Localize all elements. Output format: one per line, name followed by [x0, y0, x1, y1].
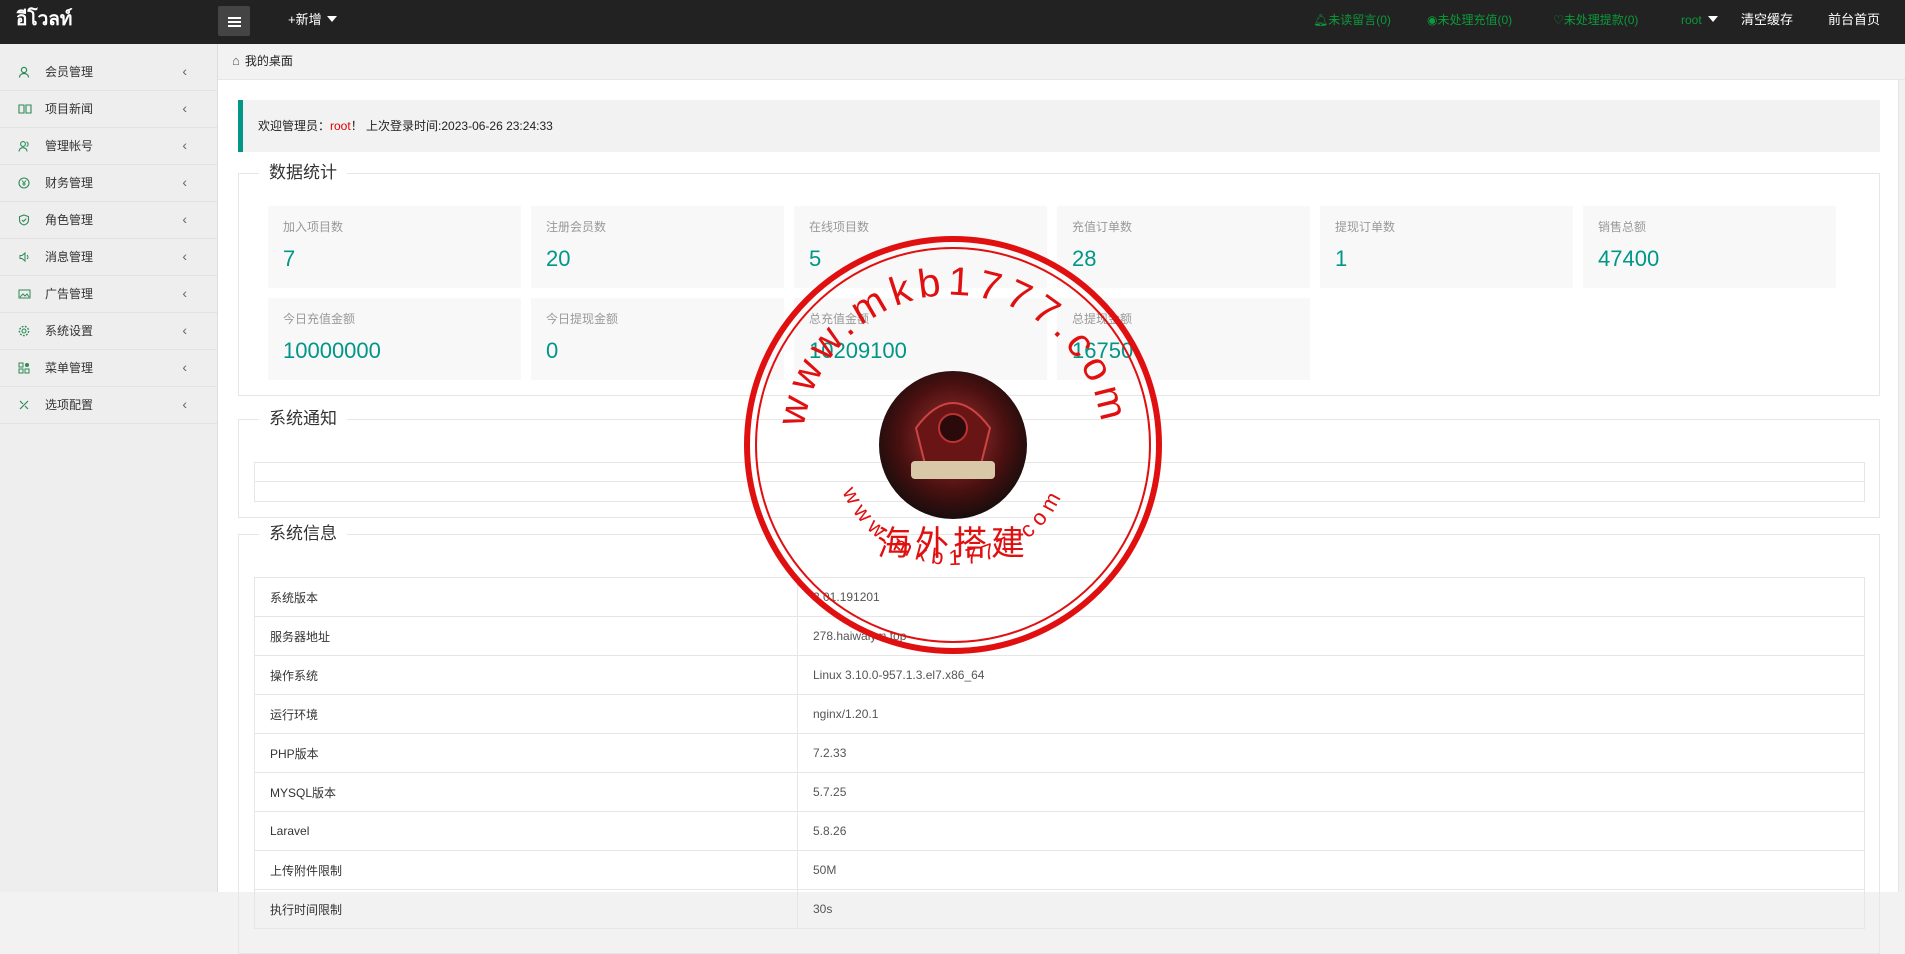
user-menu[interactable]: root	[1681, 0, 1718, 40]
stat-card[interactable]: 提现订单数 1	[1320, 206, 1573, 288]
table-row: PHP版本 7.2.33	[254, 733, 1865, 773]
sidebar-item-finance[interactable]: 财务管理 ‹	[0, 165, 217, 202]
sidebar-item-news[interactable]: 项目新闻 ‹	[0, 91, 217, 128]
stamp-center-text: 海外搭建	[877, 524, 1029, 564]
stamp-badge-image	[879, 371, 1027, 519]
gear-icon	[18, 325, 30, 337]
table-row: Laravel 5.8.26	[254, 811, 1865, 851]
caret-down-icon	[1707, 16, 1718, 22]
money-icon	[18, 177, 30, 189]
bell-icon: 🔔︎	[1313, 13, 1329, 27]
stat-card[interactable]: 销售总额 47400	[1583, 206, 1836, 288]
diamond-icon: ♡	[1553, 13, 1564, 27]
chevron-left-icon: ‹	[182, 137, 187, 153]
hamburger-icon	[228, 17, 241, 19]
chevron-left-icon: ‹	[182, 322, 187, 338]
table-row: 运行环境 nginx/1.20.1	[254, 694, 1865, 734]
sidebar: 会员管理 ‹ 项目新闻 ‹ 管理帐号 ‹ 财务管理 ‹ 角色管理 ‹ 消息管理 …	[0, 44, 218, 892]
tab-my-desktop[interactable]: ⌂ 我的桌面	[232, 44, 293, 78]
pending-recharge-link[interactable]: ◉未处理充值(0)	[1427, 0, 1512, 40]
grid-icon	[18, 362, 30, 374]
app-logo[interactable]: อีโวลท์	[16, 0, 72, 44]
clear-cache-button[interactable]: 清空缓存	[1741, 0, 1793, 40]
watermark-stamp: www.mkb1777.com www.mkb1777.com 海外搭建	[744, 236, 1162, 654]
speaker-icon	[18, 251, 30, 263]
chevron-left-icon: ‹	[182, 285, 187, 301]
table-row: 执行时间限制 30s	[254, 889, 1865, 929]
users-icon	[18, 140, 30, 152]
chevron-left-icon: ‹	[182, 63, 187, 79]
table-row: MYSQL版本 5.7.25	[254, 772, 1865, 812]
welcome-banner: 欢迎管理员：root！ 上次登录时间:2023-06-26 23:24:33	[238, 100, 1880, 152]
tab-bar: ⌂ 我的桌面	[218, 44, 1905, 80]
user-icon	[18, 66, 30, 78]
sidebar-item-members[interactable]: 会员管理 ‹	[0, 54, 217, 91]
chevron-left-icon: ‹	[182, 211, 187, 227]
tools-icon	[18, 399, 30, 411]
vertical-scrollbar[interactable]	[1898, 80, 1905, 892]
table-row: 上传附件限制 50M	[254, 850, 1865, 890]
stat-card[interactable]: 今日充值金额 10000000	[268, 298, 521, 380]
front-home-link[interactable]: 前台首页	[1828, 0, 1880, 40]
chevron-left-icon: ‹	[182, 248, 187, 264]
notice-title: 系统通知	[259, 407, 347, 431]
caret-down-icon	[326, 16, 337, 22]
sidebar-item-ads[interactable]: 广告管理 ‹	[0, 276, 217, 313]
chevron-left-icon: ‹	[182, 100, 187, 116]
sidebar-item-options[interactable]: 选项配置 ‹	[0, 387, 217, 424]
sidebar-item-accounts[interactable]: 管理帐号 ‹	[0, 128, 217, 165]
stat-card[interactable]: 加入项目数 7	[268, 206, 521, 288]
new-dropdown-button[interactable]: +新增	[288, 0, 337, 40]
book-icon	[18, 103, 32, 115]
top-header: อีโวลท์ +新增 🔔︎未读留言(0) ◉未处理充值(0) ♡未处理提款(0…	[0, 0, 1905, 44]
sysinfo-title: 系统信息	[259, 522, 347, 546]
stats-title: 数据统计	[259, 161, 347, 185]
chevron-left-icon: ‹	[182, 359, 187, 375]
chevron-left-icon: ‹	[182, 174, 187, 190]
shield-icon	[18, 214, 30, 226]
circle-dot-icon: ◉	[1427, 13, 1438, 27]
sidebar-item-settings[interactable]: 系统设置 ‹	[0, 313, 217, 350]
home-icon: ⌂	[232, 53, 240, 68]
sidebar-item-roles[interactable]: 角色管理 ‹	[0, 202, 217, 239]
menu-toggle-button[interactable]	[218, 6, 250, 36]
image-icon	[18, 288, 31, 300]
table-row: 操作系统 Linux 3.10.0-957.1.3.el7.x86_64	[254, 655, 1865, 695]
unread-messages-link[interactable]: 🔔︎未读留言(0)	[1313, 0, 1391, 40]
pending-withdraw-link[interactable]: ♡未处理提款(0)	[1553, 0, 1638, 40]
sidebar-item-menus[interactable]: 菜单管理 ‹	[0, 350, 217, 387]
chevron-left-icon: ‹	[182, 396, 187, 412]
sidebar-item-messages[interactable]: 消息管理 ‹	[0, 239, 217, 276]
